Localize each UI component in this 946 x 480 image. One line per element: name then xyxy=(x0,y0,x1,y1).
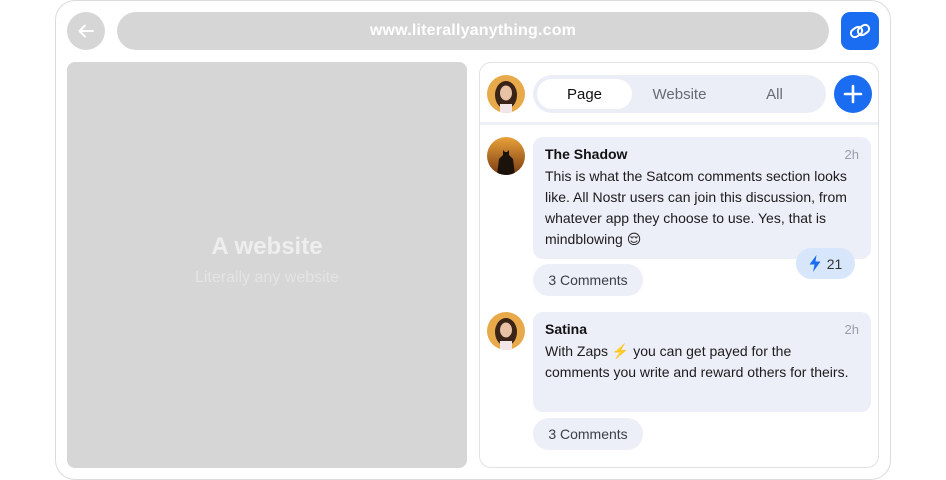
user-avatar[interactable] xyxy=(487,75,525,113)
link-button[interactable] xyxy=(841,12,879,50)
add-comment-button[interactable] xyxy=(834,75,872,113)
comment-bubble: Satina 2h With Zaps ⚡️ you can get payed… xyxy=(533,312,871,412)
back-button[interactable] xyxy=(67,12,105,50)
website-subtitle: Literally any website xyxy=(194,269,340,286)
replies-button[interactable]: 3 Comments xyxy=(533,418,643,450)
tab-page[interactable]: Page xyxy=(537,79,632,109)
comment-author[interactable]: The Shadow xyxy=(545,146,859,162)
zap-count: 21 xyxy=(826,255,843,272)
comment-author[interactable]: Satina xyxy=(545,321,859,337)
lightning-icon xyxy=(809,255,821,272)
comment-author-avatar[interactable] xyxy=(487,312,525,350)
url-bar[interactable]: www.literallyanything.com xyxy=(117,12,829,50)
arrow-left-icon xyxy=(78,24,94,38)
url-text: www.literallyanything.com xyxy=(369,22,577,39)
link-icon xyxy=(849,23,871,39)
replies-button[interactable]: 3 Comments xyxy=(533,264,643,296)
comment-bubble: The Shadow 2h This is what the Satcom co… xyxy=(533,137,871,259)
comment-author-avatar[interactable] xyxy=(487,137,525,175)
plus-icon xyxy=(843,84,863,104)
comment-text: This is what the Satcom comments section… xyxy=(545,168,847,247)
comments-scope-tabs: Page Website All xyxy=(533,75,826,113)
website-title: A website xyxy=(211,233,323,260)
website-preview: A website Literally any website xyxy=(67,62,467,468)
comment-time: 2h xyxy=(844,322,859,337)
comments-panel: Page Website All The Shadow 2h This is w… xyxy=(479,62,879,468)
zap-button[interactable]: 21 xyxy=(796,248,855,279)
comments-header: Page Website All xyxy=(480,63,878,125)
tab-all[interactable]: All xyxy=(727,79,822,109)
tab-website[interactable]: Website xyxy=(632,79,727,109)
comment-text: With Zaps ⚡️ you can get payed for the c… xyxy=(545,343,849,380)
comment-time: 2h xyxy=(844,147,859,162)
